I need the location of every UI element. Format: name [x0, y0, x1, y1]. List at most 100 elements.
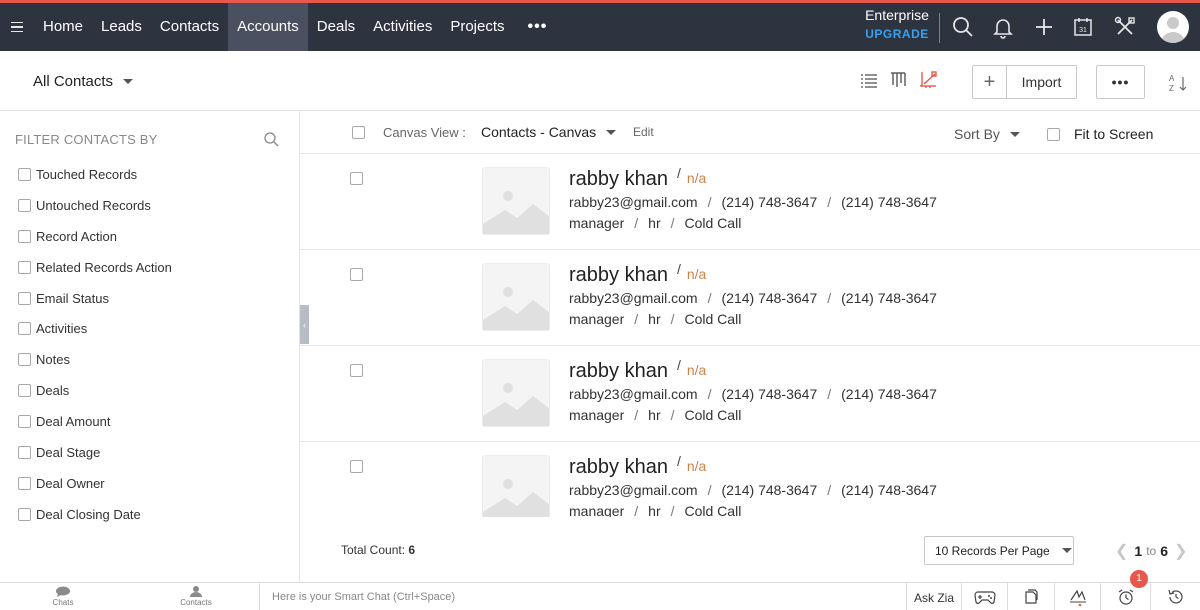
contacts-tab[interactable]: Contacts	[156, 586, 236, 607]
record-checkbox[interactable]	[350, 364, 363, 377]
record-mobile[interactable]: (214) 748-3647	[841, 290, 937, 306]
tab-deals[interactable]: Deals	[308, 3, 364, 51]
custom-view-selector[interactable]: All Contacts	[33, 73, 134, 90]
record-card[interactable]: rabby khan / n/a rabby23@gmail.com / (214) 7…	[300, 250, 1200, 346]
record-email[interactable]: rabby23@gmail.com	[569, 482, 698, 498]
chats-tab[interactable]: Chats	[23, 586, 103, 607]
bell-icon[interactable]	[991, 15, 1015, 39]
record-name[interactable]: rabby khan	[569, 264, 668, 286]
more-tabs-button[interactable]: •••	[514, 3, 557, 51]
filter-item[interactable]: Email Status	[18, 291, 172, 322]
record-detail-line: manager / hr / Cold Call	[569, 215, 741, 231]
list-view-icon[interactable]	[860, 71, 878, 89]
filter-item[interactable]: Activities	[18, 321, 172, 352]
record-email[interactable]: rabby23@gmail.com	[569, 194, 698, 210]
record-phone[interactable]: (214) 748-3647	[722, 290, 818, 306]
filter-item[interactable]: Deal Closing Date	[18, 507, 172, 538]
notes-icon[interactable]	[1008, 583, 1055, 610]
record-checkbox[interactable]	[350, 268, 363, 281]
filter-checkbox[interactable]	[18, 291, 31, 305]
select-all-checkbox[interactable]	[352, 126, 365, 139]
zia-signature-icon[interactable]	[1055, 583, 1101, 610]
filter-item[interactable]: Deal Stage	[18, 445, 172, 476]
fit-to-screen-checkbox[interactable]	[1047, 127, 1060, 141]
user-avatar[interactable]	[1157, 11, 1189, 43]
plus-icon[interactable]	[1032, 15, 1056, 39]
record-mobile[interactable]: (214) 748-3647	[841, 386, 937, 402]
filter-checkbox[interactable]	[18, 353, 31, 367]
tab-leads[interactable]: Leads	[92, 3, 151, 51]
filter-item[interactable]: Deal Owner	[18, 476, 172, 507]
tab-home[interactable]: Home	[34, 3, 92, 51]
filter-checkbox[interactable]	[18, 446, 31, 460]
total-count-label: Total Count:	[341, 543, 406, 557]
alarm-clock-icon[interactable]	[1101, 583, 1151, 610]
records-per-page-select[interactable]: 10 Records Per Page	[924, 536, 1074, 565]
smart-chat-input[interactable]: Here is your Smart Chat (Ctrl+Space)	[259, 583, 907, 610]
record-name[interactable]: rabby khan	[569, 168, 668, 190]
filter-checkbox[interactable]	[18, 415, 31, 429]
gamepad-icon[interactable]	[962, 583, 1008, 610]
filter-item[interactable]: Related Records Action	[18, 260, 172, 291]
hamburger-menu-icon[interactable]	[0, 3, 34, 51]
ask-zia-button[interactable]: Ask Zia	[907, 583, 962, 610]
tools-icon[interactable]	[1113, 15, 1137, 39]
filter-checkbox[interactable]	[18, 476, 31, 490]
record-card[interactable]: rabby khan / n/a rabby23@gmail.com / (214) 7…	[300, 442, 1200, 517]
tab-accounts[interactable]: Accounts	[228, 3, 308, 51]
record-mobile[interactable]: (214) 748-3647	[841, 482, 937, 498]
edit-canvas-link[interactable]: Edit	[633, 125, 654, 139]
canvas-view-selector[interactable]: Contacts - Canvas	[481, 124, 617, 140]
record-phone[interactable]: (214) 748-3647	[722, 482, 818, 498]
import-button[interactable]: + Import	[972, 65, 1077, 99]
kanban-view-icon[interactable]	[889, 71, 907, 89]
record-name[interactable]: rabby khan	[569, 360, 668, 382]
record-mobile[interactable]: (214) 748-3647	[841, 194, 937, 210]
tab-activities[interactable]: Activities	[364, 3, 441, 51]
next-page-icon[interactable]: ❯	[1174, 541, 1187, 561]
filter-item[interactable]: Deals	[18, 383, 172, 414]
filter-label: Deal Closing Date	[36, 506, 141, 522]
filter-checkbox[interactable]	[18, 229, 31, 243]
create-plus-button[interactable]: +	[973, 66, 1007, 98]
record-account: n/a	[686, 362, 707, 378]
record-email[interactable]: rabby23@gmail.com	[569, 290, 698, 306]
record-card[interactable]: rabby khan / n/a rabby23@gmail.com / (214) 7…	[300, 346, 1200, 442]
history-icon[interactable]	[1151, 583, 1200, 610]
sort-az-icon[interactable]: A Z	[1167, 73, 1189, 93]
filter-item[interactable]: Touched Records	[18, 167, 172, 198]
record-checkbox[interactable]	[350, 460, 363, 473]
filter-checkbox[interactable]	[18, 198, 31, 212]
tab-projects[interactable]: Projects	[441, 3, 513, 51]
filter-label: Untouched Records	[36, 197, 151, 213]
record-checkbox[interactable]	[350, 172, 363, 185]
record-phone[interactable]: (214) 748-3647	[722, 194, 818, 210]
filter-checkbox[interactable]	[18, 507, 31, 521]
more-actions-button[interactable]: •••	[1096, 65, 1145, 99]
upgrade-link[interactable]: UPGRADE	[862, 27, 932, 41]
filter-checkbox[interactable]	[18, 322, 31, 336]
filter-item[interactable]: Record Action	[18, 229, 172, 260]
record-title: manager	[569, 215, 625, 231]
search-icon[interactable]	[951, 15, 975, 39]
filter-checkbox[interactable]	[18, 384, 31, 398]
record-phone[interactable]: (214) 748-3647	[722, 386, 818, 402]
filter-item[interactable]: Untouched Records	[18, 198, 172, 229]
filter-search-icon[interactable]	[263, 131, 279, 147]
previous-page-icon[interactable]: ❮	[1115, 541, 1128, 561]
separator: /	[676, 261, 681, 277]
filter-checkbox[interactable]	[18, 260, 31, 274]
record-card[interactable]: rabby khan / n/a rabby23@gmail.com / (214) 7…	[300, 154, 1200, 250]
calendar-icon[interactable]: 31	[1071, 15, 1095, 39]
record-account: n/a	[686, 458, 707, 474]
filter-checkbox[interactable]	[18, 168, 31, 181]
canvas-view-icon[interactable]	[919, 71, 937, 89]
record-email[interactable]: rabby23@gmail.com	[569, 386, 698, 402]
fit-to-screen-toggle[interactable]: Fit to Screen	[1047, 126, 1153, 142]
filter-item[interactable]: Notes	[18, 352, 172, 383]
record-name[interactable]: rabby khan	[569, 456, 668, 478]
filter-item[interactable]: Deal Amount	[18, 414, 172, 445]
tab-contacts[interactable]: Contacts	[151, 3, 228, 51]
filter-label: Activities	[36, 321, 88, 337]
sort-by-dropdown[interactable]: Sort By	[954, 126, 1020, 142]
